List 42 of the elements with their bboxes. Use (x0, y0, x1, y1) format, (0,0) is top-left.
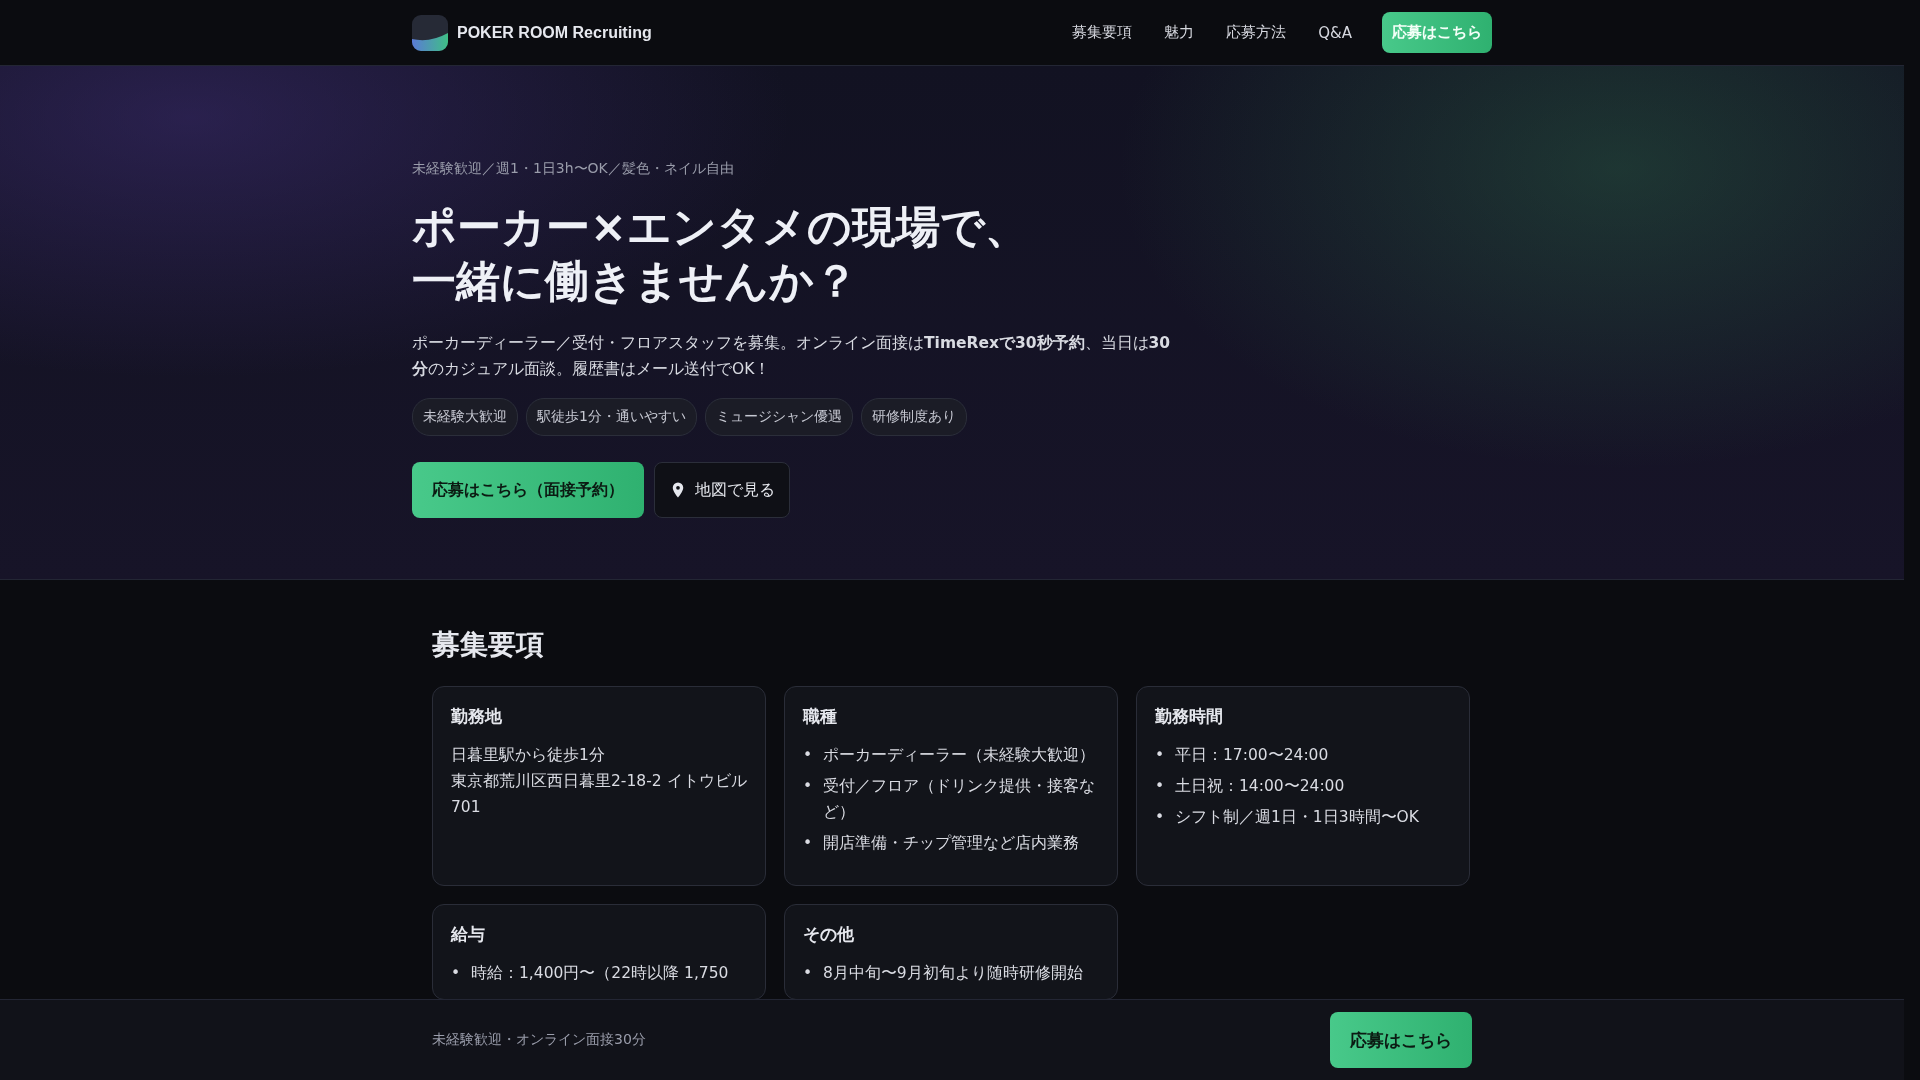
apply-button[interactable]: 応募はこちら（面接予約） (412, 462, 644, 518)
hero-description: ポーカーディーラー／受付・フロアスタッフを募集。オンライン面接はTimeRexで30秒予約、当日は30分のカジュアル面談。履歴書はメール送付でOK！ (412, 333, 1172, 380)
list-item: 8月中旬〜9月初旬より随時研修開始 (823, 963, 1083, 984)
card-title: 職種 (803, 705, 838, 728)
feature-chip: 研修制度あり (860, 398, 967, 436)
list-item: 開店準備・チップ管理など店内業務 (823, 833, 1079, 854)
card-title: 勤務地 (451, 705, 503, 728)
hero-heading: 一緒に働きませんか？ (412, 254, 859, 308)
card-title: 給与 (451, 923, 486, 946)
site-title[interactable]: POKER ROOM Recruiting (457, 23, 652, 42)
bullet: • (1155, 776, 1166, 797)
apply-button[interactable]: 応募はこちら (1330, 1012, 1472, 1068)
list-item: 時給：1,400円〜（22時以降 1,750 (471, 963, 729, 984)
bullet: • (1155, 745, 1166, 766)
map-button[interactable]: 地図で見る (654, 462, 790, 518)
bullet: • (803, 776, 814, 797)
card-title: 勤務時間 (1155, 705, 1224, 728)
nav-link[interactable]: 募集要項 (1060, 15, 1145, 50)
card-text: 日暮里駅から徒歩1分 (451, 745, 606, 766)
nav-link[interactable]: Q&A (1306, 15, 1364, 50)
section-heading: 募集要項 (432, 627, 545, 663)
hero-tagline: 未経験歓迎／週1・1日3h〜OK／髪色・ネイル自由 (412, 160, 735, 178)
feature-chip: ミュージシャン優遇 (704, 398, 853, 436)
nav-link[interactable]: 魅力 (1152, 15, 1207, 50)
bullet: • (803, 745, 814, 766)
bullet: • (451, 963, 462, 984)
list-item: ポーカーディーラー（未経験大歓迎） (823, 745, 1095, 766)
bullet: • (803, 833, 814, 854)
card-title: その他 (803, 923, 855, 946)
feature-chip: 駅徒歩1分・通いやすい (526, 398, 697, 436)
list-item: 受付／フロア（ドリンク提供・接客など） (823, 776, 1096, 823)
bar-text: 未経験歓迎・オンライン面接30分 (432, 1031, 646, 1049)
hero-heading: ポーカー×エンタメの現場で、 (412, 200, 1030, 254)
list-item: 土日祝：14:00〜24:00 (1175, 776, 1345, 797)
list-item: 平日：17:00〜24:00 (1175, 745, 1329, 766)
feature-chip: 未経験大歓迎 (412, 398, 518, 436)
nav-link[interactable]: 応募方法 (1214, 15, 1299, 50)
bullet: • (1155, 807, 1166, 828)
card-text: 東京都荒川区西日暮里2-18-2 イトウビル701 (451, 771, 747, 818)
logo-icon (412, 14, 448, 51)
bullet: • (803, 963, 814, 984)
list-item: シフト制／週1日・1日3時間〜OK (1175, 807, 1419, 828)
